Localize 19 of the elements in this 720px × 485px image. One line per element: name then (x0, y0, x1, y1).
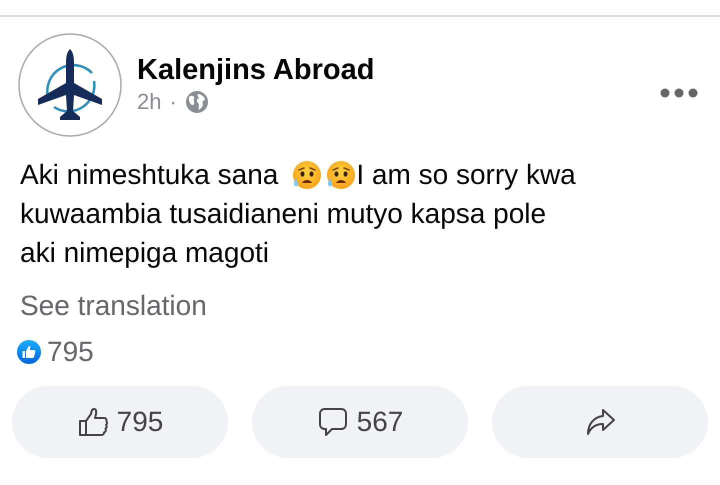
post-text: aki nimepiga magoti (20, 236, 270, 270)
see-translation-link[interactable]: See translation (20, 289, 207, 323)
post-text: kuwaambia tusaidianeni mutyo kapsa pole (20, 197, 546, 231)
separator: · (169, 89, 177, 115)
like-button[interactable]: 795 (12, 386, 228, 458)
more-options-icon[interactable] (660, 87, 698, 99)
comment-icon (316, 406, 349, 438)
sad-face-icon (324, 158, 356, 190)
post-text: Aki nimeshtuka sana (20, 158, 278, 192)
like-reaction-icon (17, 340, 41, 364)
author-name[interactable]: Kalenjins Abroad (137, 53, 660, 87)
reaction-count[interactable]: 795 (47, 336, 94, 368)
post-text: I am so sorry kwa (356, 158, 576, 192)
share-icon (584, 406, 616, 438)
avatar-logo[interactable] (18, 33, 122, 137)
thumbs-up-icon (76, 406, 109, 438)
sad-face-icon (290, 158, 322, 190)
comment-button[interactable]: 567 (252, 386, 468, 458)
globe-icon (184, 90, 209, 114)
